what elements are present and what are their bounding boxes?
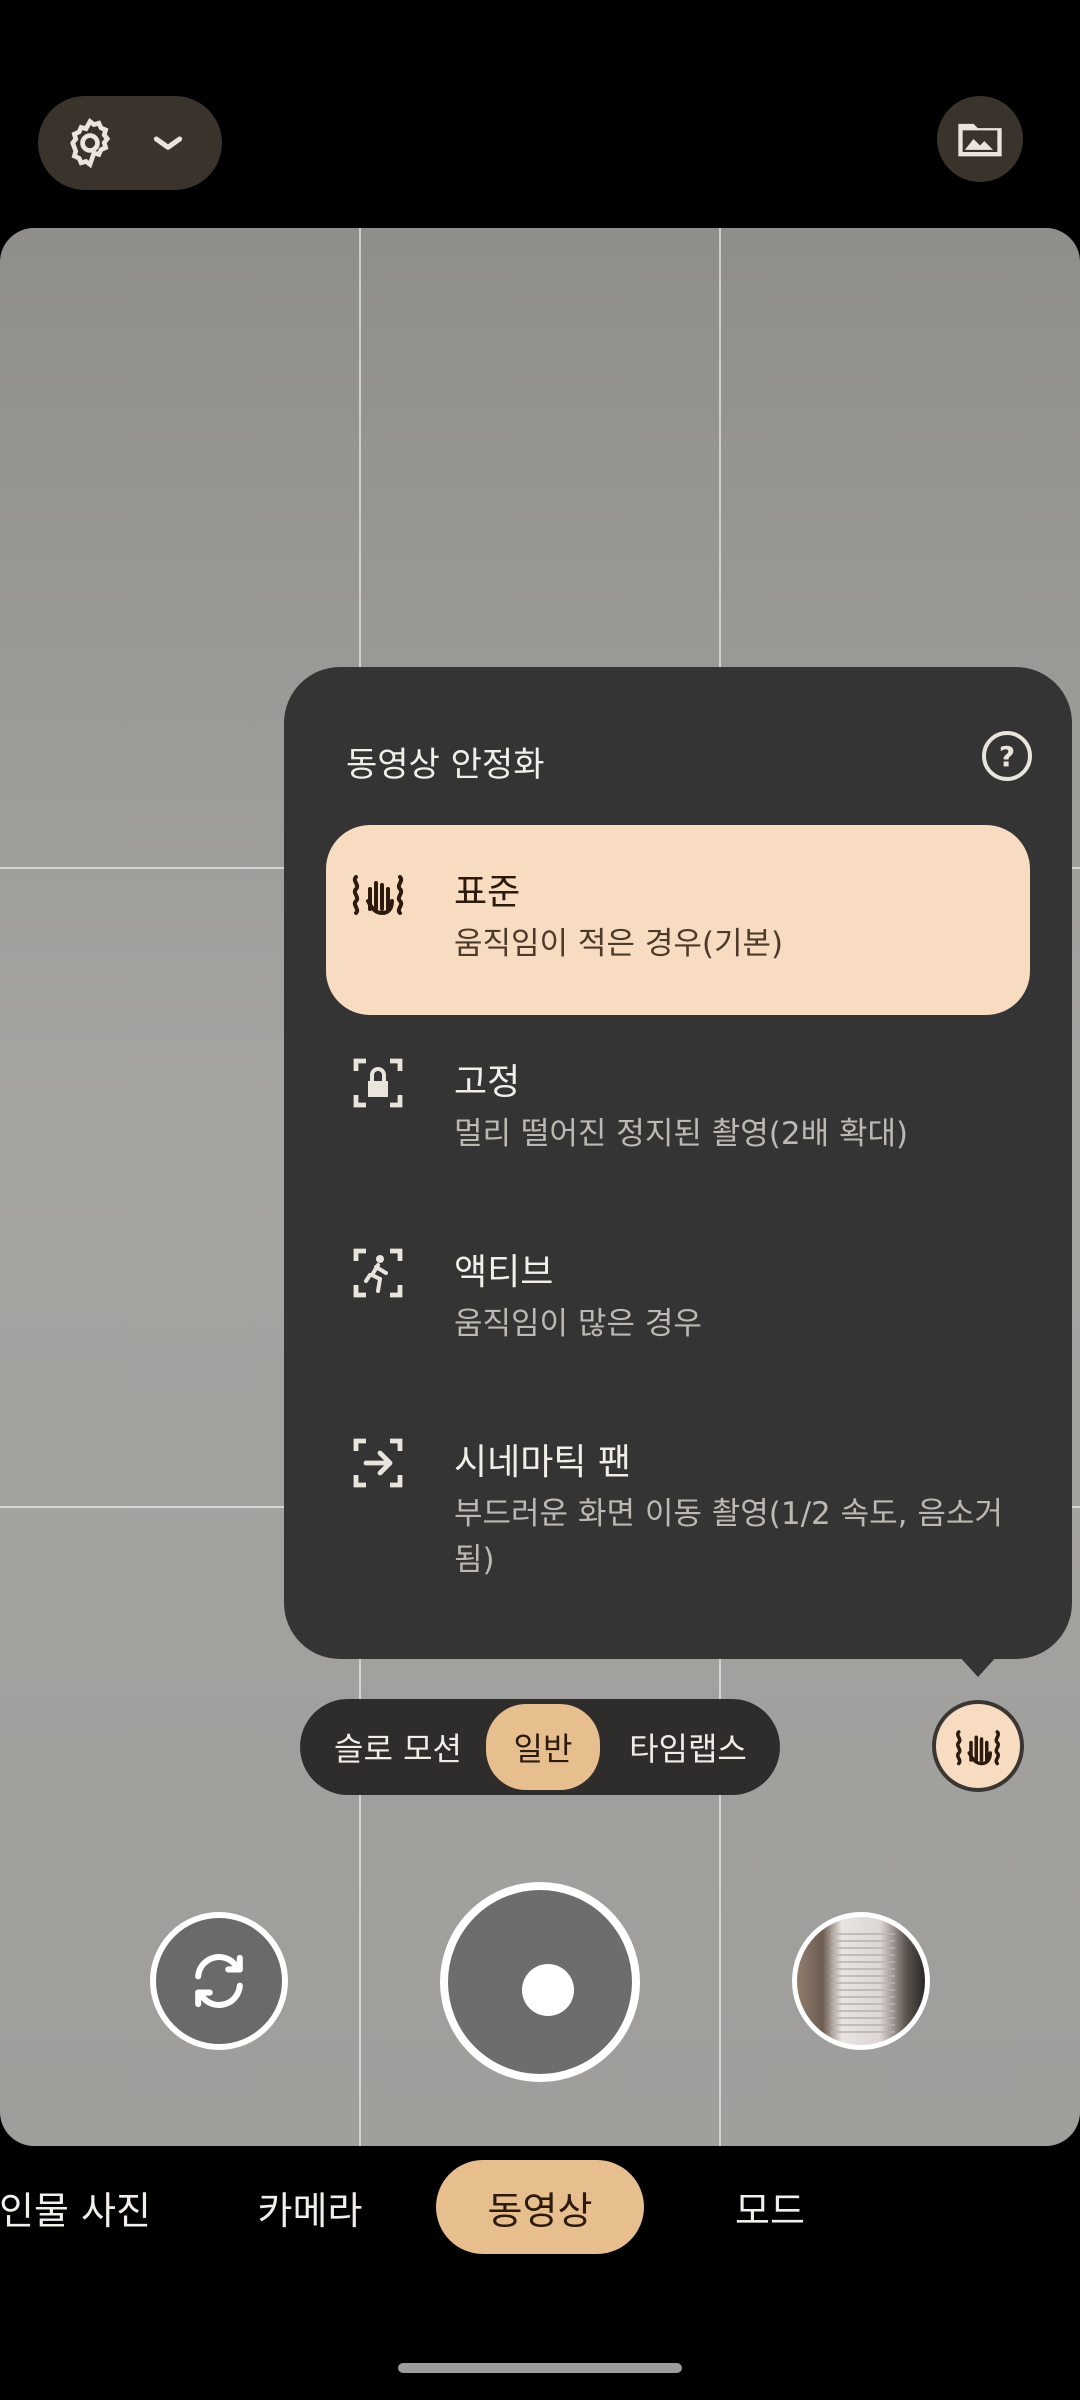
menu-pointer (958, 1655, 998, 1677)
home-indicator[interactable] (398, 2363, 682, 2373)
settings-pill[interactable] (38, 96, 222, 190)
photo-folder-icon (958, 123, 1002, 157)
last-capture-thumbnail[interactable] (792, 1912, 930, 2050)
option-subtitle: 움직임이 적은 경우(기본) (454, 926, 784, 962)
option-title: 고정 (454, 1062, 521, 1103)
gallery-button[interactable] (937, 96, 1023, 182)
thumbnail-image (831, 1933, 895, 2033)
option-subtitle: 부드러운 화면 이동 촬영(1/2 속도, 음소거됨) (454, 1496, 1003, 1578)
gear-icon (70, 118, 111, 169)
tab-portrait[interactable]: 인물 사진 (0, 2160, 170, 2254)
chevron-down-icon (153, 136, 183, 150)
tab-video[interactable]: 동영상 (436, 2160, 644, 2254)
mode-timelapse[interactable]: 타임랩스 (608, 1699, 768, 1795)
help-icon[interactable]: ? (982, 731, 1032, 781)
camera-flip-button[interactable] (150, 1912, 288, 2050)
mode-slow-motion[interactable]: 슬로 모션 (318, 1699, 478, 1795)
lock-frame-icon (353, 1058, 403, 1108)
option-title: 시네마틱 팬 (454, 1442, 632, 1483)
pan-arrow-icon (353, 1438, 403, 1488)
stabilization-button[interactable] (932, 1700, 1024, 1792)
option-subtitle: 움직임이 많은 경우 (454, 1306, 702, 1342)
record-dot (522, 1964, 574, 2016)
menu-title: 동영상 안정화 (346, 745, 545, 785)
stabilization-menu: 동영상 안정화 ? 표준 움직임이 적은 경우(기본) 고정 멀리 떨어진 정지… (284, 667, 1072, 1659)
option-locked[interactable]: 고정 멀리 떨어진 정지된 촬영(2배 확대) (326, 1015, 1030, 1205)
tab-camera[interactable]: 카메라 (230, 2160, 390, 2254)
hand-shake-icon (352, 875, 404, 916)
option-title: 액티브 (454, 1252, 554, 1293)
record-button[interactable] (440, 1882, 640, 2082)
hand-shake-icon (956, 1730, 1000, 1766)
option-title: 표준 (454, 872, 521, 913)
option-cinematic-pan[interactable]: 시네마틱 팬 부드러운 화면 이동 촬영(1/2 속도, 음소거됨) (326, 1395, 1030, 1585)
option-subtitle: 멀리 떨어진 정지된 촬영(2배 확대) (454, 1116, 909, 1152)
option-standard[interactable]: 표준 움직임이 적은 경우(기본) (326, 825, 1030, 1015)
running-person-icon (353, 1248, 403, 1298)
video-mode-selector: 슬로 모션 일반 타임랩스 (300, 1699, 780, 1795)
tab-modes[interactable]: 모드 (700, 2160, 840, 2254)
camera-flip-icon (195, 1954, 243, 2008)
mode-normal[interactable]: 일반 (486, 1704, 600, 1790)
option-active[interactable]: 액티브 움직임이 많은 경우 (326, 1205, 1030, 1395)
